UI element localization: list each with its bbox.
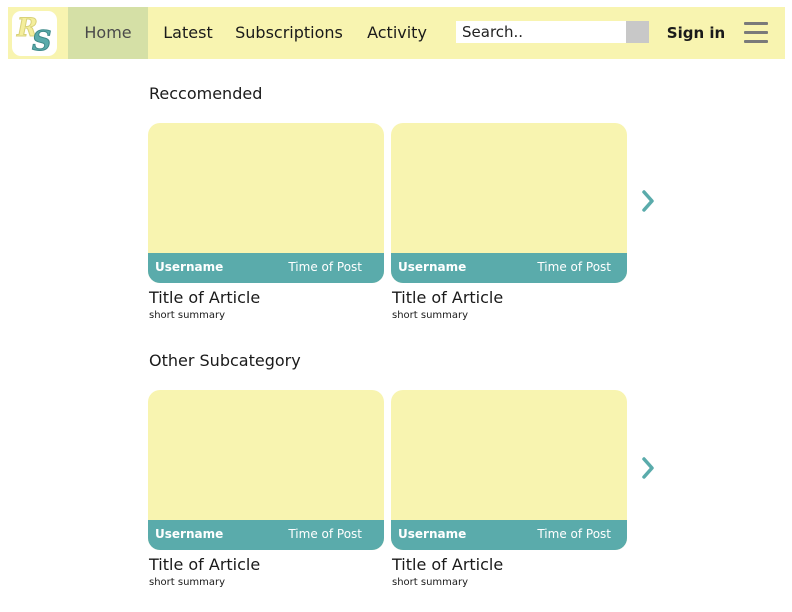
article-time: Time of Post <box>537 527 611 541</box>
search-button[interactable] <box>626 21 649 43</box>
section-title-recommended: Reccomended <box>149 84 263 103</box>
article-summary: short summary <box>149 577 226 588</box>
article-title[interactable]: Title of Article <box>149 288 260 307</box>
chevron-right-icon[interactable] <box>640 455 656 481</box>
article-thumbnail: Username Time of Post <box>148 123 384 283</box>
article-summary: short summary <box>149 310 226 321</box>
article-title[interactable]: Title of Article <box>392 288 503 307</box>
tab-home[interactable]: Home <box>68 7 148 59</box>
article-meta-bar: Username Time of Post <box>391 253 627 283</box>
sign-in-button[interactable]: Sign in <box>665 7 727 59</box>
article-title[interactable]: Title of Article <box>149 555 260 574</box>
search-input[interactable] <box>456 21 626 43</box>
article-username[interactable]: Username <box>155 260 223 274</box>
article-meta-bar: Username Time of Post <box>391 520 627 550</box>
article-username[interactable]: Username <box>398 260 466 274</box>
chevron-right-icon[interactable] <box>640 188 656 214</box>
article-card[interactable]: Username Time of Post Title of Article s… <box>148 123 384 321</box>
article-card[interactable]: Username Time of Post Title of Article s… <box>391 390 627 588</box>
tab-activity[interactable]: Activity <box>362 7 432 59</box>
section-title-other-subcategory: Other Subcategory <box>149 351 301 370</box>
article-thumbnail: Username Time of Post <box>391 390 627 550</box>
hamburger-menu-icon[interactable] <box>744 22 768 44</box>
article-summary: short summary <box>392 577 469 588</box>
tab-latest[interactable]: Latest <box>154 7 222 59</box>
article-card[interactable]: Username Time of Post Title of Article s… <box>391 123 627 321</box>
article-meta-bar: Username Time of Post <box>148 253 384 283</box>
article-card[interactable]: Username Time of Post Title of Article s… <box>148 390 384 588</box>
article-summary: short summary <box>392 310 469 321</box>
article-username[interactable]: Username <box>398 527 466 541</box>
article-title[interactable]: Title of Article <box>392 555 503 574</box>
article-thumbnail: Username Time of Post <box>148 390 384 550</box>
logo[interactable]: R S <box>12 11 57 56</box>
logo-letter-s: S <box>32 26 52 57</box>
top-navbar: R S Home Latest Subscriptions Activity S… <box>8 7 785 59</box>
tab-subscriptions[interactable]: Subscriptions <box>230 7 348 59</box>
article-time: Time of Post <box>288 260 362 274</box>
article-time: Time of Post <box>537 260 611 274</box>
article-time: Time of Post <box>288 527 362 541</box>
article-username[interactable]: Username <box>155 527 223 541</box>
article-thumbnail: Username Time of Post <box>391 123 627 283</box>
article-meta-bar: Username Time of Post <box>148 520 384 550</box>
